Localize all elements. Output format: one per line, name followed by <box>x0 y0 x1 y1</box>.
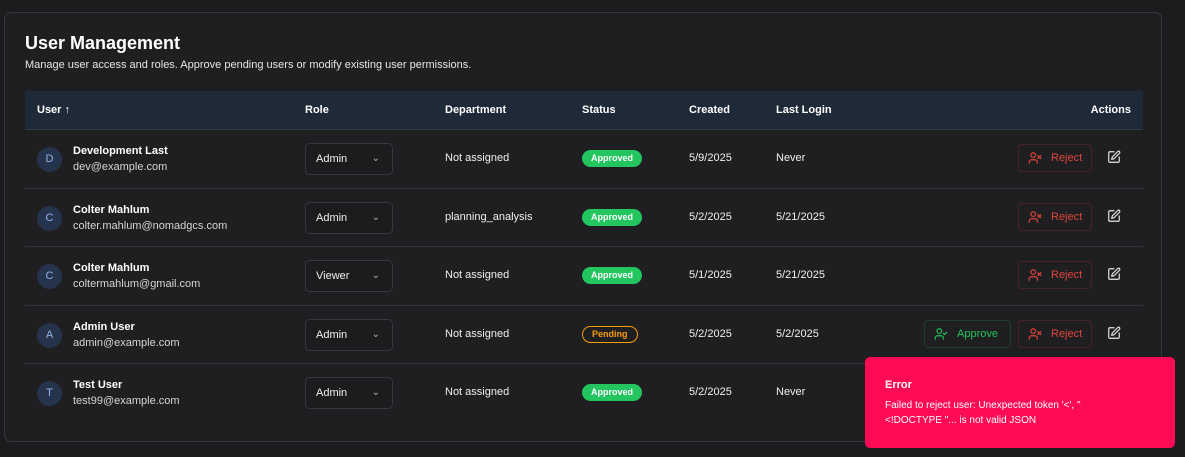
reject-label: Reject <box>1051 152 1083 164</box>
role-select[interactable]: Admin ⌄ <box>305 201 393 234</box>
avatar: C <box>37 205 62 231</box>
column-header-status: Status <box>582 104 616 116</box>
role-value: Admin <box>316 387 348 399</box>
page-subtitle: Manage user access and roles. Approve pe… <box>25 59 472 71</box>
role-value: Admin <box>316 211 348 224</box>
created-date: 5/1/2025 <box>689 269 732 281</box>
user-name: Admin User <box>73 320 135 333</box>
edit-icon[interactable] <box>1107 209 1122 224</box>
avatar: C <box>37 264 62 289</box>
role-value: Viewer <box>316 270 350 282</box>
table-row: A Admin User admin@example.com Admin ⌄ Not as… <box>25 306 1143 364</box>
chevron-down-icon: ⌄ <box>371 328 380 340</box>
column-header-department: Department <box>445 104 507 116</box>
edit-icon[interactable] <box>1107 150 1122 165</box>
table-row: C Colter Mahlum colter.mahlum@nomadgcs.com… <box>25 189 1143 247</box>
reject-button[interactable]: Reject <box>1018 202 1092 231</box>
user-name: Colter Mahlum <box>73 203 150 216</box>
user-email: admin@example.com <box>73 336 180 349</box>
reject-button[interactable]: Reject <box>1018 144 1092 172</box>
created-date: 5/2/2025 <box>689 386 732 398</box>
status-badge: Approved <box>582 384 643 401</box>
status-badge: Pending <box>582 325 638 343</box>
created-date: 5/2/2025 <box>689 327 732 340</box>
approve-label: Approve <box>957 327 998 340</box>
table-row: C Colter Mahlum coltermahlum@gmail.com View… <box>25 247 1143 306</box>
chevron-down-icon: ⌄ <box>371 211 380 223</box>
user-email: test99@example.com <box>73 395 180 407</box>
role-select[interactable]: Admin ⌄ <box>305 143 393 175</box>
department-value: Not assigned <box>445 386 510 398</box>
column-header-user[interactable]: User ↑ <box>37 91 70 130</box>
role-select[interactable]: Admin ⌄ <box>305 377 393 409</box>
department-value: Not assigned <box>445 152 510 164</box>
approve-button[interactable]: Approve <box>924 319 1011 348</box>
last-login: Never <box>776 152 806 164</box>
chevron-down-icon: ⌄ <box>371 387 380 398</box>
user-email: coltermahlum@gmail.com <box>73 278 201 290</box>
avatar: D <box>37 147 62 172</box>
page-title: User Management <box>25 33 181 53</box>
reject-label: Reject <box>1051 327 1083 340</box>
edit-icon[interactable] <box>1107 267 1122 282</box>
user-name: Development Last <box>73 145 168 157</box>
role-value: Admin <box>316 153 348 165</box>
last-login: 5/21/2025 <box>776 269 825 281</box>
last-login: 5/2/2025 <box>776 327 819 340</box>
role-select[interactable]: Admin ⌄ <box>305 318 393 351</box>
status-badge: Approved <box>582 208 643 226</box>
column-header-actions: Actions <box>1090 104 1131 116</box>
reject-label: Reject <box>1051 210 1083 223</box>
column-header-created: Created <box>689 104 730 116</box>
role-select[interactable]: Viewer ⌄ <box>305 260 393 292</box>
chevron-down-icon: ⌄ <box>371 153 380 164</box>
status-badge: Approved <box>582 267 643 284</box>
error-toast[interactable]: Error Failed to reject user: Unexpected … <box>865 357 1175 448</box>
created-date: 5/2/2025 <box>689 210 732 223</box>
role-value: Admin <box>316 328 348 341</box>
department-value: Not assigned <box>445 269 510 281</box>
last-login: 5/21/2025 <box>776 210 825 223</box>
user-name: Colter Mahlum <box>73 262 150 274</box>
column-header-role: Role <box>305 104 329 116</box>
toast-title: Error <box>885 379 912 391</box>
table-row: D Development Last dev@example.com Admin ⌄ No… <box>25 130 1143 189</box>
reject-button[interactable]: Reject <box>1018 261 1092 289</box>
last-login: Never <box>776 386 806 398</box>
column-header-last-login: Last Login <box>776 104 832 116</box>
department-value: Not assigned <box>445 327 510 340</box>
table-header: User ↑ Role Department Status Created La… <box>25 91 1143 130</box>
user-name: Test User <box>73 379 123 391</box>
department-value: planning_analysis <box>445 210 533 223</box>
toast-message: Failed to reject user: Unexpected token … <box>885 400 1081 426</box>
reject-label: Reject <box>1051 269 1083 281</box>
avatar: T <box>37 381 62 406</box>
user-email: dev@example.com <box>73 161 168 173</box>
chevron-down-icon: ⌄ <box>371 270 380 281</box>
created-date: 5/9/2025 <box>689 152 732 164</box>
user-email: colter.mahlum@nomadgcs.com <box>73 219 228 232</box>
avatar: A <box>37 322 62 348</box>
edit-icon[interactable] <box>1107 326 1122 341</box>
status-badge: Approved <box>582 150 643 167</box>
reject-button[interactable]: Reject <box>1018 319 1092 348</box>
